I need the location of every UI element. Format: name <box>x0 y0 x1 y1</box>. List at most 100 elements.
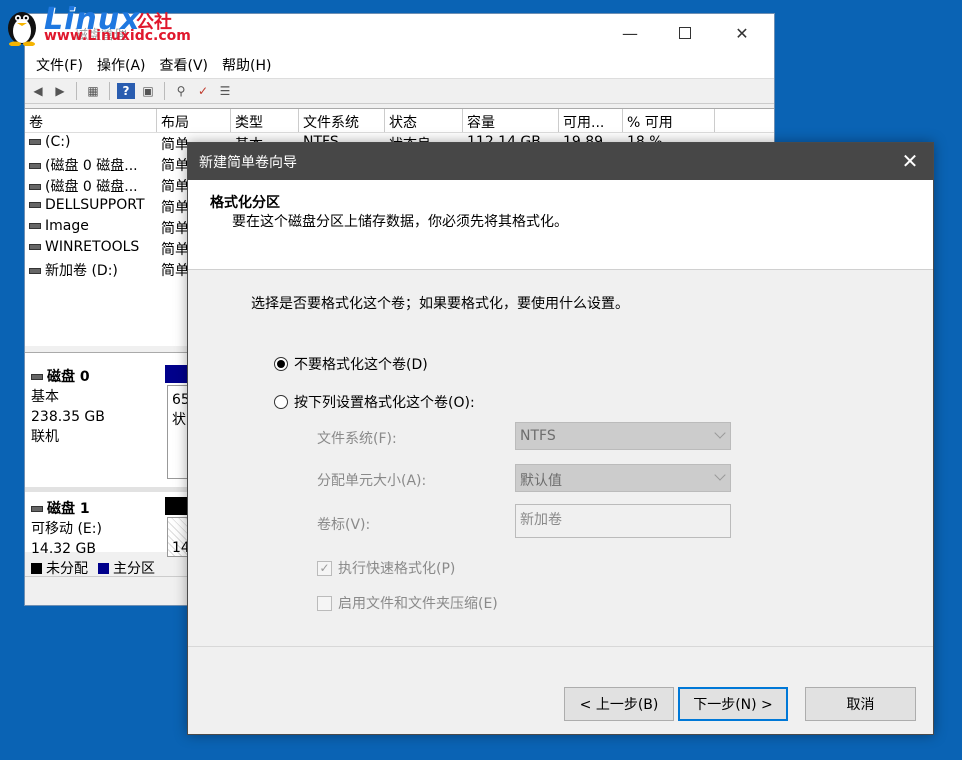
compression-checkbox-row[interactable]: 启用文件和文件夹压缩(E) <box>317 593 498 613</box>
legend-label-primary: 主分区 <box>113 561 155 577</box>
menu-view[interactable]: 查看(V) <box>153 55 216 75</box>
volume-name-cell: Image <box>25 217 157 238</box>
drive-icon <box>29 139 41 145</box>
disk-1-size: 14.32 GB <box>31 541 96 557</box>
legend-label-unallocated: 未分配 <box>46 561 88 577</box>
watermark-logo: Linux 公社 www.Linuxidc.com <box>2 2 212 48</box>
minimize-icon: — <box>622 23 638 43</box>
watermark-url: www.Linuxidc.com <box>44 28 191 44</box>
allocation-unit-label: 分配单元大小(A): <box>317 473 427 489</box>
menu-action[interactable]: 操作(A) <box>90 55 153 75</box>
wizard-footer: < 上一步(B) 下一步(N) > 取消 <box>188 646 933 734</box>
wizard-header: 格式化分区 要在这个磁盘分区上储存数据，你必须先将其格式化。 <box>188 180 933 270</box>
wizard-title: 新建简单卷向导 <box>199 155 297 171</box>
volume-label-label: 卷标(V): <box>317 517 371 533</box>
volume-name-cell: (磁盘 0 磁盘... <box>25 154 157 175</box>
toolbar-divider <box>109 82 110 100</box>
radio-button-selected[interactable] <box>274 357 288 371</box>
volume-list-header: 卷 布局 类型 文件系统 状态 容量 可用... % 可用 <box>25 109 774 133</box>
volume-name-cell: DELLSUPPORT <box>25 196 157 217</box>
format-prompt: 选择是否要格式化这个卷；如果要格式化，要使用什么设置。 <box>251 296 629 312</box>
wizard-close-button[interactable]: ✕ <box>895 148 925 174</box>
disk-1-info[interactable]: 磁盘 1 可移动 (E:) 14.32 GB <box>31 499 161 559</box>
maximize-button[interactable] <box>665 20 705 46</box>
volume-name-cell: (磁盘 0 磁盘... <box>25 175 157 196</box>
close-icon: ✕ <box>735 23 749 43</box>
toolbar-divider <box>76 82 77 100</box>
disk-0-name: 磁盘 0 <box>47 369 90 385</box>
disk-0-kind: 基本 <box>31 389 59 405</box>
properties-icon[interactable]: ▦ <box>84 83 102 99</box>
disk-0-info[interactable]: 磁盘 0 基本 238.35 GB 联机 <box>31 367 161 447</box>
filesystem-label: 文件系统(F): <box>317 431 397 447</box>
volume-name: (C:) <box>45 134 71 150</box>
checkbox-checked[interactable]: ✓ <box>317 560 332 576</box>
quick-format-label: 执行快速格式化(P) <box>338 561 456 577</box>
step-title: 格式化分区 <box>210 195 280 211</box>
cancel-button[interactable]: 取消 <box>805 687 916 721</box>
connect-icon[interactable]: ⚲ <box>172 83 190 99</box>
menu-help[interactable]: 帮助(H) <box>215 55 278 75</box>
step-description: 要在这个磁盘分区上储存数据，你必须先将其格式化。 <box>232 214 568 230</box>
menu-file[interactable]: 文件(F) <box>29 55 90 75</box>
disk-0-size: 238.35 GB <box>31 409 105 425</box>
wizard-titlebar[interactable]: 新建简单卷向导 ✕ <box>188 143 933 180</box>
drive-icon <box>29 163 41 169</box>
toolbar-divider <box>164 82 165 100</box>
drive-icon <box>29 184 41 190</box>
volume-label-input[interactable]: 新加卷 <box>515 504 731 538</box>
allocation-unit-value: 默认值 <box>520 473 562 489</box>
col-status[interactable]: 状态 <box>385 109 463 132</box>
legend-swatch-primary <box>98 562 109 574</box>
volume-name: (磁盘 0 磁盘... <box>45 158 138 174</box>
disk-1-kind: 可移动 (E:) <box>31 521 102 537</box>
disk-icon <box>31 506 43 512</box>
quick-format-checkbox-row[interactable]: ✓ 执行快速格式化(P) <box>317 558 455 578</box>
radio-no-format[interactable]: 不要格式化这个卷(D) <box>274 354 428 374</box>
volume-name: Image <box>45 218 89 234</box>
settings-list-icon[interactable]: ☰ <box>216 83 234 99</box>
legend: 未分配 主分区 <box>31 558 155 578</box>
legend-swatch-unallocated <box>31 562 42 574</box>
drive-icon <box>29 244 41 250</box>
col-filesystem[interactable]: 文件系统 <box>299 109 385 132</box>
col-free[interactable]: 可用... <box>559 109 623 132</box>
penguin-icon <box>8 12 36 46</box>
col-type[interactable]: 类型 <box>231 109 299 132</box>
compression-label: 启用文件和文件夹压缩(E) <box>338 596 498 612</box>
chevron-down-icon <box>714 427 726 439</box>
filesystem-select[interactable]: NTFS <box>515 422 731 450</box>
drive-icon <box>29 223 41 229</box>
next-button[interactable]: 下一步(N) > <box>678 687 788 721</box>
minimize-button[interactable]: — <box>610 20 650 46</box>
drive-icon <box>29 268 41 274</box>
volume-name: (磁盘 0 磁盘... <box>45 179 138 195</box>
radio-button[interactable] <box>274 395 288 409</box>
volume-name: DELLSUPPORT <box>45 197 145 213</box>
checklist-icon[interactable]: ✓ <box>194 83 212 99</box>
help-icon[interactable]: ? <box>117 83 135 99</box>
radio-format-label: 按下列设置格式化这个卷(O): <box>294 395 475 411</box>
radio-no-format-label: 不要格式化这个卷(D) <box>294 357 428 373</box>
forward-arrow-icon[interactable]: ▶ <box>51 83 69 99</box>
disk-icon <box>31 374 43 380</box>
toolbar: ◀ ▶ ▦ ? ▣ ⚲ ✓ ☰ <box>25 78 774 104</box>
allocation-unit-select[interactable]: 默认值 <box>515 464 731 492</box>
back-arrow-icon[interactable]: ◀ <box>29 83 47 99</box>
col-capacity[interactable]: 容量 <box>463 109 559 132</box>
volume-name-cell: 新加卷 (D:) <box>25 259 157 280</box>
new-simple-volume-wizard: 新建简单卷向导 ✕ 格式化分区 要在这个磁盘分区上储存数据，你必须先将其格式化。… <box>187 142 934 735</box>
back-button[interactable]: < 上一步(B) <box>564 687 674 721</box>
checkbox-unchecked[interactable] <box>317 595 332 611</box>
console-icon[interactable]: ▣ <box>139 83 157 99</box>
col-volume[interactable]: 卷 <box>25 109 157 132</box>
radio-format[interactable]: 按下列设置格式化这个卷(O): <box>274 392 475 412</box>
col-percent-free[interactable]: % 可用 <box>623 109 715 132</box>
volume-name: WINRETOOLS <box>45 239 140 255</box>
col-layout[interactable]: 布局 <box>157 109 231 132</box>
chevron-down-icon <box>714 469 726 481</box>
filesystem-value: NTFS <box>520 428 556 444</box>
volume-name-cell: WINRETOOLS <box>25 238 157 259</box>
close-button[interactable]: ✕ <box>722 20 762 46</box>
maximize-icon <box>679 27 691 39</box>
